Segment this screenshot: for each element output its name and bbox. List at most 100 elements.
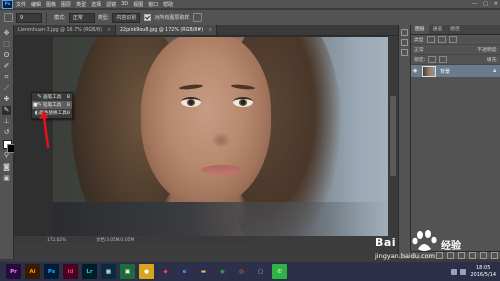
properties-panel-icon[interactable]: [401, 39, 408, 46]
spot-healing-brush-icon[interactable]: [4, 13, 13, 22]
scrollbar-thumb[interactable]: [390, 96, 396, 176]
healing-brush-tool-icon[interactable]: ✚: [2, 95, 11, 104]
ie-icon[interactable]: e: [177, 264, 192, 279]
fill-label: 填充:: [486, 58, 498, 63]
lightroom-icon[interactable]: Lr: [82, 264, 97, 279]
tab-layers[interactable]: 图层: [411, 25, 429, 34]
move-tool-icon[interactable]: ✥: [2, 29, 11, 38]
eyedropper-tool-icon[interactable]: ⟋: [2, 84, 11, 93]
left-eye: [181, 97, 201, 107]
clock[interactable]: 18:05 2016/5/14: [470, 265, 496, 278]
lips: [201, 165, 243, 175]
panel-tabs: 图层 通道 路径: [411, 25, 500, 35]
layer-name[interactable]: 背景: [440, 68, 450, 75]
type-select[interactable]: 内容识别: [112, 12, 141, 23]
eye-icon[interactable]: ◉: [413, 68, 420, 74]
watermark-text-left: Bai: [375, 236, 397, 249]
kind-filter[interactable]: 类型: [414, 36, 424, 43]
flyout-item-pencil[interactable]: ■ ✎ 铅笔工具 B: [32, 101, 72, 109]
tab-label: Lierenhuan-3.jpg @ 16.7% (RGB/8): [18, 27, 102, 33]
window-icon[interactable]: ▢: [253, 264, 268, 279]
lasso-tool-icon[interactable]: ʘ: [2, 51, 11, 60]
red-arrow-annotation: [39, 110, 50, 149]
menu-layer[interactable]: 图层: [61, 1, 71, 8]
layer-row-background[interactable]: ◉ 背景 🔒︎: [411, 65, 500, 77]
pressure-icon[interactable]: [193, 13, 203, 22]
mode-label: 模式:: [54, 15, 66, 21]
tools-panel: ✥ ⬚ ʘ ✐ ⌗ ⟋ ✚ ✎ ⊥ ↺ T ▸ ▭ ✋ ⚲ ◙ ▣: [0, 25, 23, 259]
lock-position-icon[interactable]: [439, 56, 448, 63]
watermark-text-right: 经验: [441, 241, 461, 252]
opacity-label: 不透明度:: [477, 48, 498, 53]
menu-bar: Ps 文件 编辑 图像 图层 类型 选择 滤镜 3D 视图 窗口 帮助 — □ …: [0, 0, 500, 9]
character-panel-icon[interactable]: [401, 49, 408, 56]
delete-layer-icon[interactable]: [491, 252, 498, 259]
screen-mode-icon[interactable]: ▣: [2, 174, 11, 183]
new-layer-icon[interactable]: [480, 252, 487, 259]
vertical-scrollbar[interactable]: [388, 36, 398, 236]
volume-icon[interactable]: [460, 268, 467, 275]
tab-document-1[interactable]: Lierenhuan-3.jpg @ 16.7% (RGB/8) ×: [14, 25, 116, 35]
illustrator-icon[interactable]: Ai: [25, 264, 40, 279]
tab-document-2[interactable]: 22pink9ou8.jpg @ 172% (RGB/8#) ×: [116, 25, 218, 35]
history-brush-tool-icon[interactable]: ↺: [2, 128, 11, 137]
brush-tool-icon[interactable]: ✎: [2, 106, 11, 115]
filter-adjust-icon[interactable]: [437, 36, 446, 43]
crop-tool-icon[interactable]: ⌗: [2, 73, 11, 82]
watermark-url: jingyan.baidu.com: [375, 252, 435, 260]
wechat-icon[interactable]: ✆: [272, 264, 287, 279]
blend-mode-select[interactable]: 正常: [414, 46, 424, 53]
menu-view[interactable]: 视图: [133, 1, 143, 8]
tab-paths[interactable]: 路径: [446, 25, 464, 34]
mode-select[interactable]: 正常: [68, 12, 95, 23]
filter-type-icon[interactable]: [448, 36, 457, 43]
app-icon[interactable]: ▣: [120, 264, 135, 279]
clone-stamp-tool-icon[interactable]: ⊥: [2, 117, 11, 126]
menu-help[interactable]: 帮助: [163, 1, 173, 8]
browser-icon[interactable]: ●: [139, 264, 154, 279]
zoom-level[interactable]: 172.02%: [47, 238, 66, 243]
windows-taskbar: Pr Ai Ps Id Lr ▦ ▣ ● ◆ e ▬ ◉ ◎ ▢ ✆ 18:05 2016/5/14: [0, 262, 500, 281]
firefox-icon[interactable]: ◎: [234, 264, 249, 279]
menu-window[interactable]: 窗口: [148, 1, 158, 8]
face: [141, 37, 271, 207]
premiere-icon[interactable]: Pr: [6, 264, 21, 279]
sample-all-layers-checkbox[interactable]: [144, 14, 152, 21]
marquee-tool-icon[interactable]: ⬚: [2, 40, 11, 49]
close-button[interactable]: ✕: [494, 1, 498, 7]
new-group-icon[interactable]: [469, 252, 476, 259]
menu-3d[interactable]: 3D: [121, 1, 128, 7]
baidu-paw-icon: [412, 230, 437, 251]
tab-channels[interactable]: 通道: [429, 25, 447, 34]
quick-select-tool-icon[interactable]: ✐: [2, 62, 11, 71]
menu-filter[interactable]: 滤镜: [106, 1, 116, 8]
canvas-area[interactable]: [14, 36, 398, 236]
brush-size-picker[interactable]: 9: [16, 12, 42, 23]
minimize-button[interactable]: —: [472, 1, 477, 7]
folder-icon[interactable]: ▬: [196, 264, 211, 279]
photoshop-icon[interactable]: Ps: [44, 264, 59, 279]
maximize-button[interactable]: □: [483, 1, 488, 7]
lock-row: 锁定: 填充:: [411, 55, 500, 65]
indesign-icon[interactable]: Id: [63, 264, 78, 279]
divider: [46, 12, 47, 23]
menu-edit[interactable]: 编辑: [31, 1, 41, 8]
portrait-image[interactable]: [53, 37, 391, 236]
status-bar: 172.02% 文档:3.05M/3.05M: [14, 237, 254, 243]
menu-select[interactable]: 选择: [91, 1, 101, 8]
filter-pixel-icon[interactable]: [426, 36, 435, 43]
network-icon[interactable]: [451, 268, 458, 275]
close-icon[interactable]: ×: [107, 28, 111, 33]
media-icon[interactable]: ▦: [101, 264, 116, 279]
flyout-item-brush[interactable]: ✎ 画笔工具 B: [32, 93, 72, 101]
close-icon[interactable]: ×: [208, 28, 212, 33]
history-panel-icon[interactable]: [401, 29, 408, 36]
menu-file[interactable]: 文件: [16, 1, 26, 8]
sample-all-layers-label: 对所有图层取样: [154, 15, 190, 21]
chrome-icon[interactable]: ◉: [215, 264, 230, 279]
lock-pixels-icon[interactable]: [428, 56, 437, 63]
quick-mask-icon[interactable]: ◙: [2, 163, 11, 172]
menu-type[interactable]: 类型: [76, 1, 86, 8]
menu-image[interactable]: 图像: [46, 1, 56, 8]
qq-icon[interactable]: ◆: [158, 264, 173, 279]
